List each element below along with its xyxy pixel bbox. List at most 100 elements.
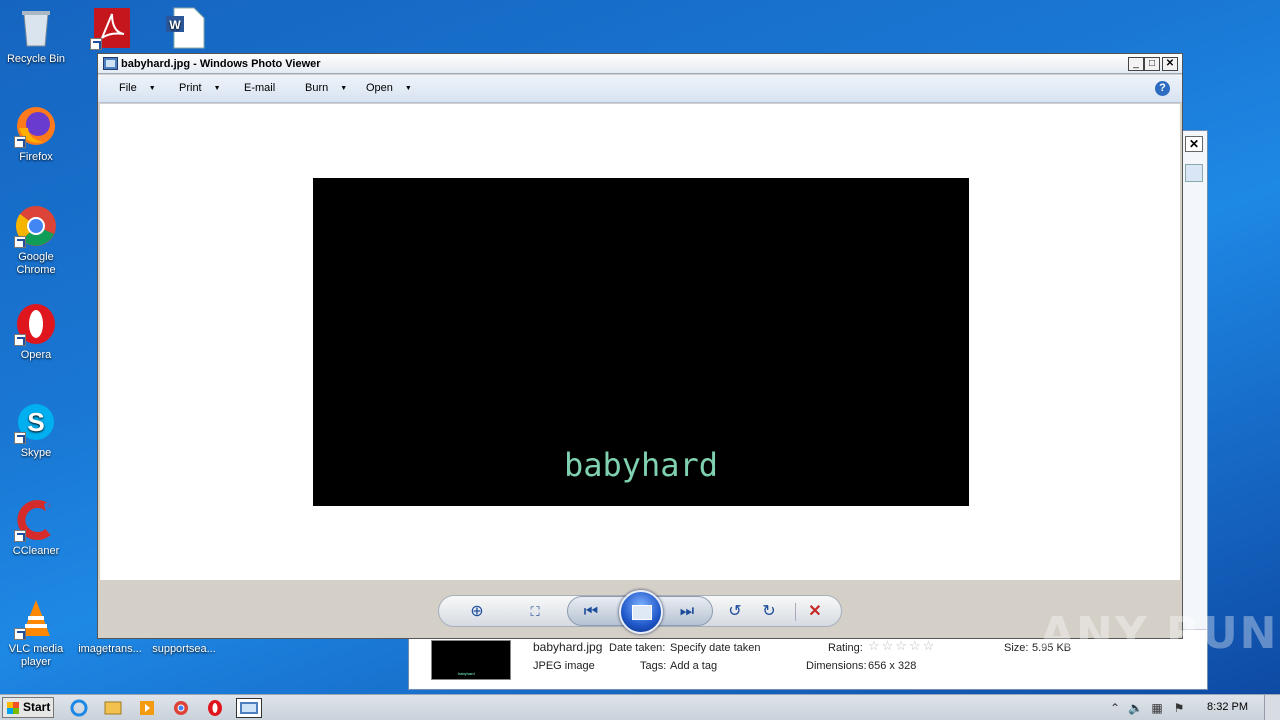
- window-title: babyhard.jpg - Windows Photo Viewer: [121, 58, 321, 70]
- search-icon[interactable]: [1185, 164, 1203, 182]
- toolbar-separator: [795, 603, 796, 621]
- desktop-icon-opera[interactable]: Opera: [0, 302, 72, 362]
- help-icon[interactable]: ?: [1155, 81, 1170, 96]
- menu-open[interactable]: Open ▼: [366, 82, 412, 94]
- title-bar[interactable]: babyhard.jpg - Windows Photo Viewer _ □ …: [98, 54, 1182, 74]
- desktop-icon-label: Google Chrome: [16, 251, 56, 276]
- image-caption: babyhard: [563, 446, 719, 484]
- rotate-clockwise-icon[interactable]: ↻: [759, 602, 779, 622]
- word-document-icon: W: [164, 6, 208, 50]
- start-label: Start: [23, 700, 51, 714]
- menu-burn[interactable]: Burn ▼: [305, 82, 347, 94]
- date-taken-label: Date taken:: [609, 642, 666, 654]
- taskbar-chrome[interactable]: [170, 698, 192, 718]
- ccleaner-icon: [14, 498, 58, 542]
- photo-viewer-icon: [240, 702, 258, 714]
- opera-icon: [208, 700, 222, 716]
- recycle-bin-icon: [14, 6, 58, 50]
- photo-viewer-icon: [103, 57, 118, 70]
- firefox-icon: [14, 104, 58, 148]
- chrome-icon: [174, 701, 188, 715]
- network-icon[interactable]: ▦: [1150, 701, 1164, 715]
- tags-value[interactable]: Add a tag: [670, 660, 717, 672]
- image-viewport: babyhard: [100, 104, 1180, 580]
- clock[interactable]: 8:32 PM: [1207, 701, 1248, 713]
- displayed-image: babyhard: [313, 178, 969, 506]
- vlc-icon: [14, 596, 58, 640]
- size-label: Size:: [1004, 642, 1029, 654]
- watermark: ANY RUN: [1040, 608, 1279, 659]
- playback-controls: ⊕ ⛶ ⏮ ⏭ ↺ ↻ ✕: [438, 590, 842, 634]
- photo-viewer-window[interactable]: babyhard.jpg - Windows Photo Viewer _ □ …: [97, 53, 1183, 639]
- menu-burn-label: Burn: [305, 82, 329, 94]
- desktop-icon-firefox[interactable]: Firefox: [0, 104, 72, 164]
- opera-icon: [14, 302, 58, 346]
- zoom-icon[interactable]: ⊕: [467, 602, 487, 622]
- svg-text:S: S: [27, 407, 44, 437]
- desktop-icon-skype[interactable]: S Skype: [0, 400, 72, 460]
- details-filename: babyhard.jpg: [533, 640, 603, 654]
- chevron-down-icon: ▼: [213, 85, 221, 92]
- taskbar-ie[interactable]: [68, 698, 90, 718]
- menu-file[interactable]: File ▼: [119, 82, 156, 94]
- taskbar-photo-viewer[interactable]: [236, 698, 262, 718]
- menu-email-label: E-mail: [244, 82, 276, 94]
- menu-email[interactable]: E-mail: [244, 82, 275, 94]
- chevron-down-icon: ▼: [148, 85, 156, 92]
- desktop-icon-label: Skype: [20, 447, 52, 459]
- chevron-down-icon: ▼: [404, 85, 412, 92]
- desktop-icon-word-doc[interactable]: W: [150, 6, 222, 53]
- desktop-icon-chrome[interactable]: Google Chrome: [0, 204, 72, 277]
- taskbar-opera[interactable]: [204, 698, 226, 718]
- maximize-button[interactable]: □: [1144, 57, 1160, 71]
- windows-logo-icon: [7, 702, 19, 714]
- delete-icon[interactable]: ✕: [805, 602, 825, 622]
- taskbar-media-player[interactable]: [136, 698, 158, 718]
- close-button[interactable]: ✕: [1162, 57, 1178, 71]
- next-icon[interactable]: ⏭: [677, 602, 697, 622]
- desktop-icon-label: imagetrans...: [78, 643, 142, 655]
- internet-explorer-icon: [70, 699, 88, 717]
- desktop-icon-label: Recycle Bin: [6, 53, 66, 65]
- menu-open-label: Open: [366, 82, 393, 94]
- rating-stars[interactable]: ☆☆☆☆☆: [868, 638, 936, 654]
- menu-print-label: Print: [179, 82, 202, 94]
- rotate-counterclockwise-icon[interactable]: ↺: [725, 602, 745, 622]
- start-button[interactable]: Start: [2, 697, 54, 718]
- desktop-icon-label: VLC media player: [8, 643, 64, 668]
- tags-label: Tags:: [640, 660, 667, 672]
- chevron-down-icon: ▼: [340, 85, 348, 92]
- slideshow-button[interactable]: [619, 590, 663, 634]
- details-filetype: JPEG image: [533, 660, 595, 672]
- desktop-icon-label: CCleaner: [12, 545, 60, 557]
- rating-label: Rating:: [828, 642, 863, 654]
- dimensions-label: Dimensions:: [806, 660, 867, 672]
- date-taken-value[interactable]: Specify date taken: [670, 642, 761, 654]
- volume-icon[interactable]: 🔈: [1128, 701, 1143, 715]
- action-center-flag-icon[interactable]: ⚑: [1172, 701, 1186, 715]
- actual-size-icon[interactable]: ⛶: [525, 602, 545, 622]
- menu-print[interactable]: Print ▼: [179, 82, 221, 94]
- desktop-icon-label: Firefox: [19, 151, 53, 163]
- desktop-icon-label: Opera: [20, 349, 52, 361]
- close-icon[interactable]: ✕: [1185, 136, 1203, 152]
- folder-icon: [104, 701, 122, 715]
- svg-text:W: W: [169, 18, 181, 32]
- image-thumbnail: babyhard: [431, 640, 511, 680]
- skype-icon: S: [14, 400, 58, 444]
- menu-toolbar: File ▼ Print ▼ E-mail Burn ▼ Open ▼ ?: [98, 75, 1182, 103]
- system-tray: ⌃ 🔈 ▦ ⚑ 8:32 PM: [1104, 695, 1280, 720]
- desktop-icon-ccleaner[interactable]: CCleaner: [0, 498, 72, 558]
- show-desktop-button[interactable]: [1264, 695, 1280, 720]
- media-player-icon: [140, 701, 154, 715]
- taskbar: Start ⌃ 🔈 ▦ ⚑ 8:32 PM: [0, 694, 1280, 720]
- desktop-icon-vlc[interactable]: VLC media player: [0, 596, 72, 669]
- desktop-icon-label: supportsea...: [152, 643, 216, 655]
- taskbar-explorer[interactable]: [102, 698, 124, 718]
- show-hidden-icons-icon[interactable]: ⌃: [1108, 701, 1122, 715]
- minimize-button[interactable]: _: [1128, 57, 1144, 71]
- previous-icon[interactable]: ⏮: [581, 602, 601, 622]
- desktop-icon-recycle-bin[interactable]: Recycle Bin: [0, 6, 72, 66]
- chrome-icon: [14, 204, 58, 248]
- dimensions-value: 656 x 328: [868, 660, 917, 672]
